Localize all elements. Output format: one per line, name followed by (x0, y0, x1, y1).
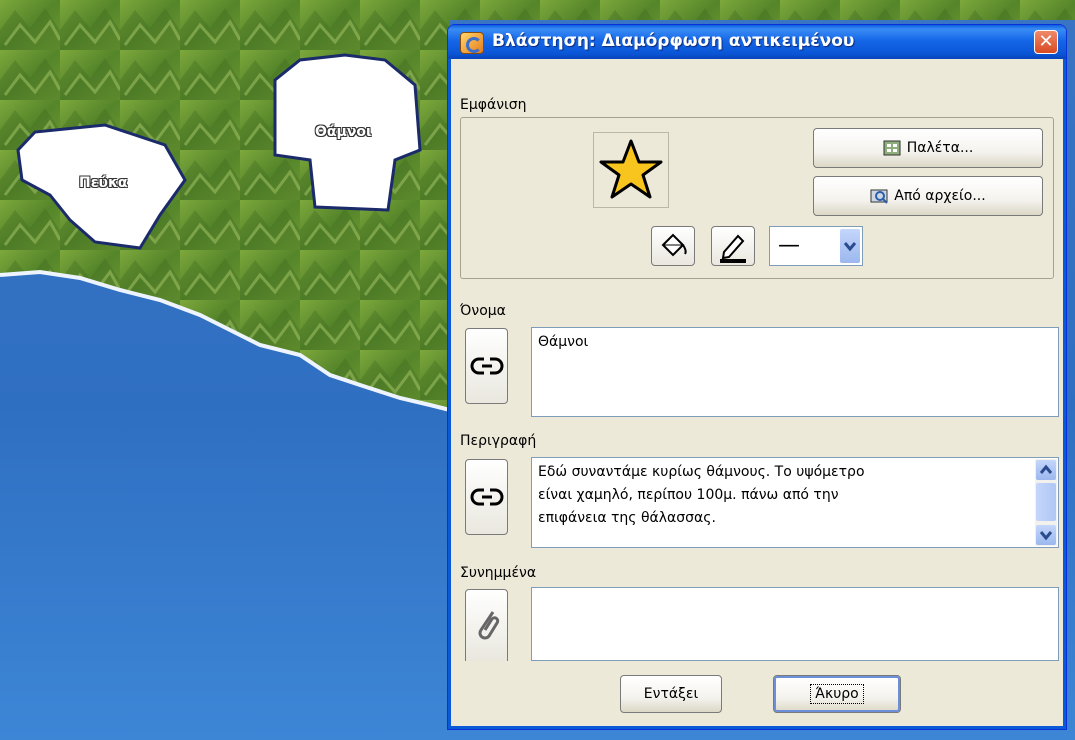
cancel-button-label: Άκυρο (810, 684, 864, 704)
link-icon (470, 357, 504, 375)
name-link-button[interactable] (465, 328, 508, 404)
name-field[interactable]: Θάμνοι (531, 327, 1059, 417)
chevron-down-icon (843, 242, 857, 252)
scroll-down-button[interactable] (1036, 525, 1056, 545)
appearance-group: Παλέτα... Από αρχείο... — (460, 117, 1054, 279)
link-icon (470, 488, 504, 506)
palette-button-label: Παλέτα... (906, 140, 974, 156)
dialog-titlebar[interactable]: Βλάστηση: Διαμόρφωση αντικειμένου ✕ (448, 25, 1066, 59)
ok-button[interactable]: Εντάξει (620, 675, 722, 713)
dialog-title: Βλάστηση: Διαμόρφωση αντικειμένου (492, 31, 855, 51)
region-shrubs-label[interactable]: Θάμνοι (315, 124, 371, 140)
star-icon (599, 139, 663, 199)
from-file-button-label: Από αρχείο... (894, 188, 986, 204)
scroll-up-button[interactable] (1036, 460, 1056, 480)
pen-icon (720, 234, 746, 263)
description-line-2: είναι χαμηλό, περίπου 100μ. πάνω από την (538, 487, 839, 503)
attach-file-button[interactable] (465, 589, 508, 661)
line-style-dropdown-arrow[interactable] (840, 229, 860, 263)
description-line-1: Εδώ συναντάμε κυρίως θάμνους. Το υψόμετρ… (538, 464, 865, 480)
symbol-preview[interactable] (593, 132, 669, 208)
object-settings-dialog: Βλάστηση: Διαμόρφωση αντικειμένου ✕ Εμφά… (447, 24, 1067, 730)
line-style-select[interactable]: — (769, 226, 863, 266)
region-pine-label[interactable]: Πεύκα (79, 175, 128, 191)
description-line-3: επιφάνεια της θάλασσας. (538, 510, 716, 526)
line-style-value: — (778, 233, 800, 258)
line-color-button[interactable] (711, 226, 755, 266)
palette-button[interactable]: Παλέτα... (813, 128, 1043, 168)
palette-icon (883, 140, 901, 156)
fill-color-button[interactable] (651, 226, 695, 266)
description-link-button[interactable] (465, 459, 508, 535)
fill-icon (661, 233, 687, 257)
attachments-field[interactable] (531, 587, 1059, 661)
chevron-up-icon (1039, 464, 1053, 474)
description-field[interactable]: Εδώ συναντάμε κυρίως θάμνους. Το υψόμετρ… (531, 457, 1059, 548)
name-label: Όνομα (460, 303, 506, 319)
app-icon (460, 32, 484, 54)
ok-button-label: Εντάξει (643, 686, 699, 702)
close-icon: ✕ (1038, 31, 1054, 52)
scroll-thumb[interactable] (1036, 483, 1056, 521)
from-file-button[interactable]: Από αρχείο... (813, 176, 1043, 216)
chevron-down-icon (1039, 531, 1053, 541)
close-button[interactable]: ✕ (1034, 30, 1058, 54)
description-scrollbar[interactable] (1035, 459, 1057, 546)
cancel-button[interactable]: Άκυρο (773, 675, 901, 713)
description-label: Περιγραφή (460, 433, 537, 449)
file-icon (870, 188, 888, 204)
attachments-label: Συνημμένα (460, 565, 537, 581)
paperclip-icon (478, 611, 500, 640)
appearance-label: Εμφάνιση (460, 97, 527, 113)
